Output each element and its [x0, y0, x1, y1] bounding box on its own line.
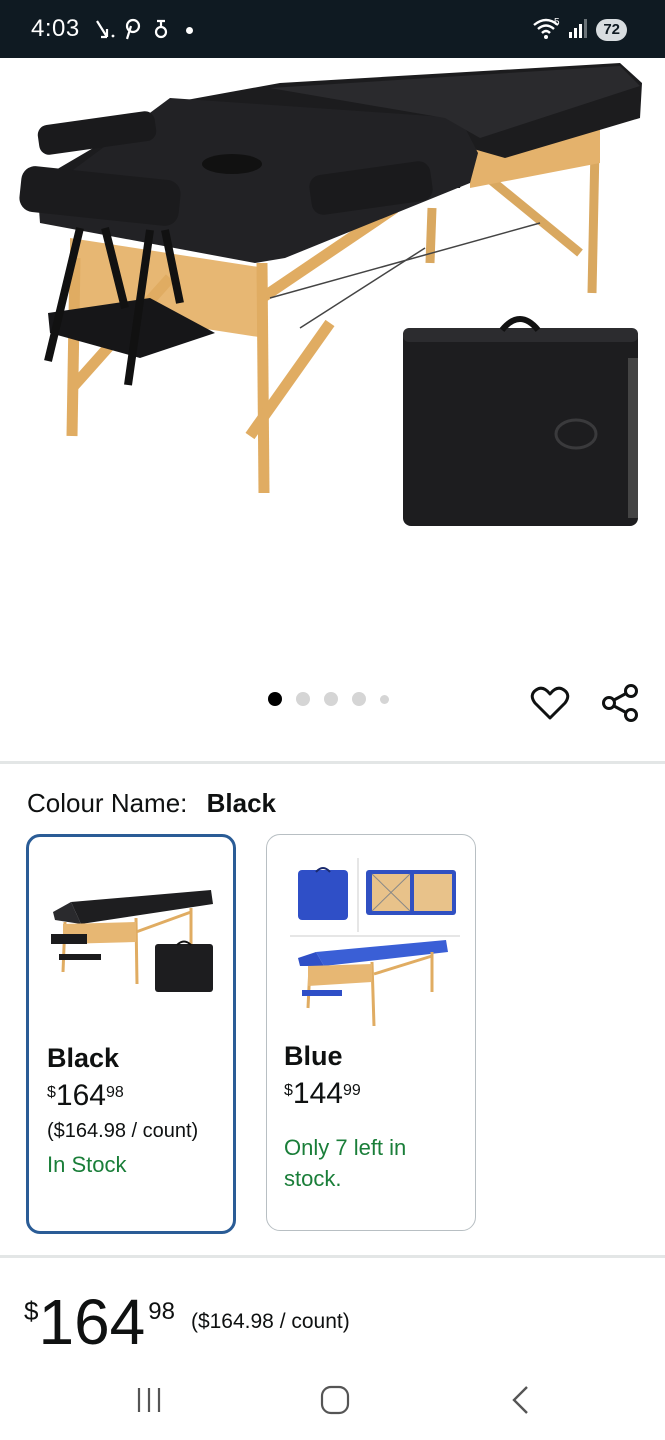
variant-image-blue: [267, 835, 475, 1035]
wishlist-button[interactable]: [527, 680, 573, 726]
pagination-dot[interactable]: [268, 692, 282, 706]
variant-swatch-black[interactable]: Black $ 164 98 ($164.98 / count) In Stoc…: [26, 834, 236, 1234]
back-button[interactable]: [491, 1380, 551, 1420]
missed-call-icon: [94, 17, 116, 47]
product-price: $ 164 98 ($164.98 / count): [24, 1288, 350, 1356]
pinterest-icon: [122, 17, 144, 47]
share-button[interactable]: [597, 680, 643, 726]
colour-label: Colour Name:: [27, 788, 188, 818]
battery-indicator: 72: [596, 19, 627, 41]
signal-icon: [568, 17, 590, 44]
status-bar: 4:03 5 72: [0, 0, 665, 58]
product-image-gallery[interactable]: [0, 58, 665, 678]
status-time: 4:03: [31, 15, 80, 42]
variant-price: $ 164 98: [47, 1080, 215, 1112]
variant-name: Black: [47, 1043, 120, 1073]
price-fraction: 98: [105, 1084, 124, 1101]
price-currency: $: [284, 1082, 293, 1099]
back-icon: [512, 1386, 528, 1414]
variant-swatch-blue[interactable]: Blue $ 144 99 Only 7 left in stock.: [266, 834, 476, 1231]
system-navigation-bar: [0, 1360, 665, 1440]
variant-name: Blue: [284, 1041, 343, 1071]
variant-stock-status: Only 7 left in stock.: [284, 1135, 407, 1191]
svg-text:5: 5: [554, 17, 560, 28]
variant-stock-status: In Stock: [47, 1152, 127, 1177]
price-currency: $: [24, 1296, 39, 1326]
price-whole: 144: [292, 1077, 343, 1110]
variant-image-black: [29, 837, 233, 1037]
pagination-dot[interactable]: [352, 692, 366, 706]
location-icon: [152, 17, 170, 47]
heart-icon: [530, 686, 570, 720]
massage-table-image: [19, 63, 642, 526]
home-button[interactable]: [305, 1380, 365, 1420]
recent-apps-icon: [137, 1388, 161, 1412]
image-pagination[interactable]: [268, 692, 389, 706]
recent-apps-button[interactable]: [119, 1380, 179, 1420]
variant-price: $ 144 99: [284, 1078, 458, 1110]
price-fraction: 98: [148, 1298, 175, 1325]
price-whole: 164: [38, 1286, 146, 1358]
variant-unit-price: ($164.98 / count): [47, 1120, 199, 1142]
share-icon: [602, 684, 638, 722]
price-currency: $: [47, 1084, 56, 1101]
section-divider: [0, 1255, 665, 1258]
notification-dot-icon: [186, 27, 193, 34]
pagination-dot[interactable]: [324, 692, 338, 706]
status-indicators: 5 72: [532, 15, 627, 45]
colour-selector-heading: Colour Name: Black: [27, 788, 276, 819]
wifi-icon: 5: [532, 15, 562, 46]
section-divider: [0, 761, 665, 764]
price-fraction: 99: [342, 1082, 361, 1099]
price-whole: 164: [55, 1079, 106, 1112]
pagination-dot[interactable]: [380, 694, 389, 704]
home-icon: [320, 1385, 350, 1415]
colour-selected-value: Black: [206, 788, 277, 818]
pagination-dot[interactable]: [296, 692, 310, 706]
price-per-unit: ($164.98 / count): [190, 1310, 350, 1333]
